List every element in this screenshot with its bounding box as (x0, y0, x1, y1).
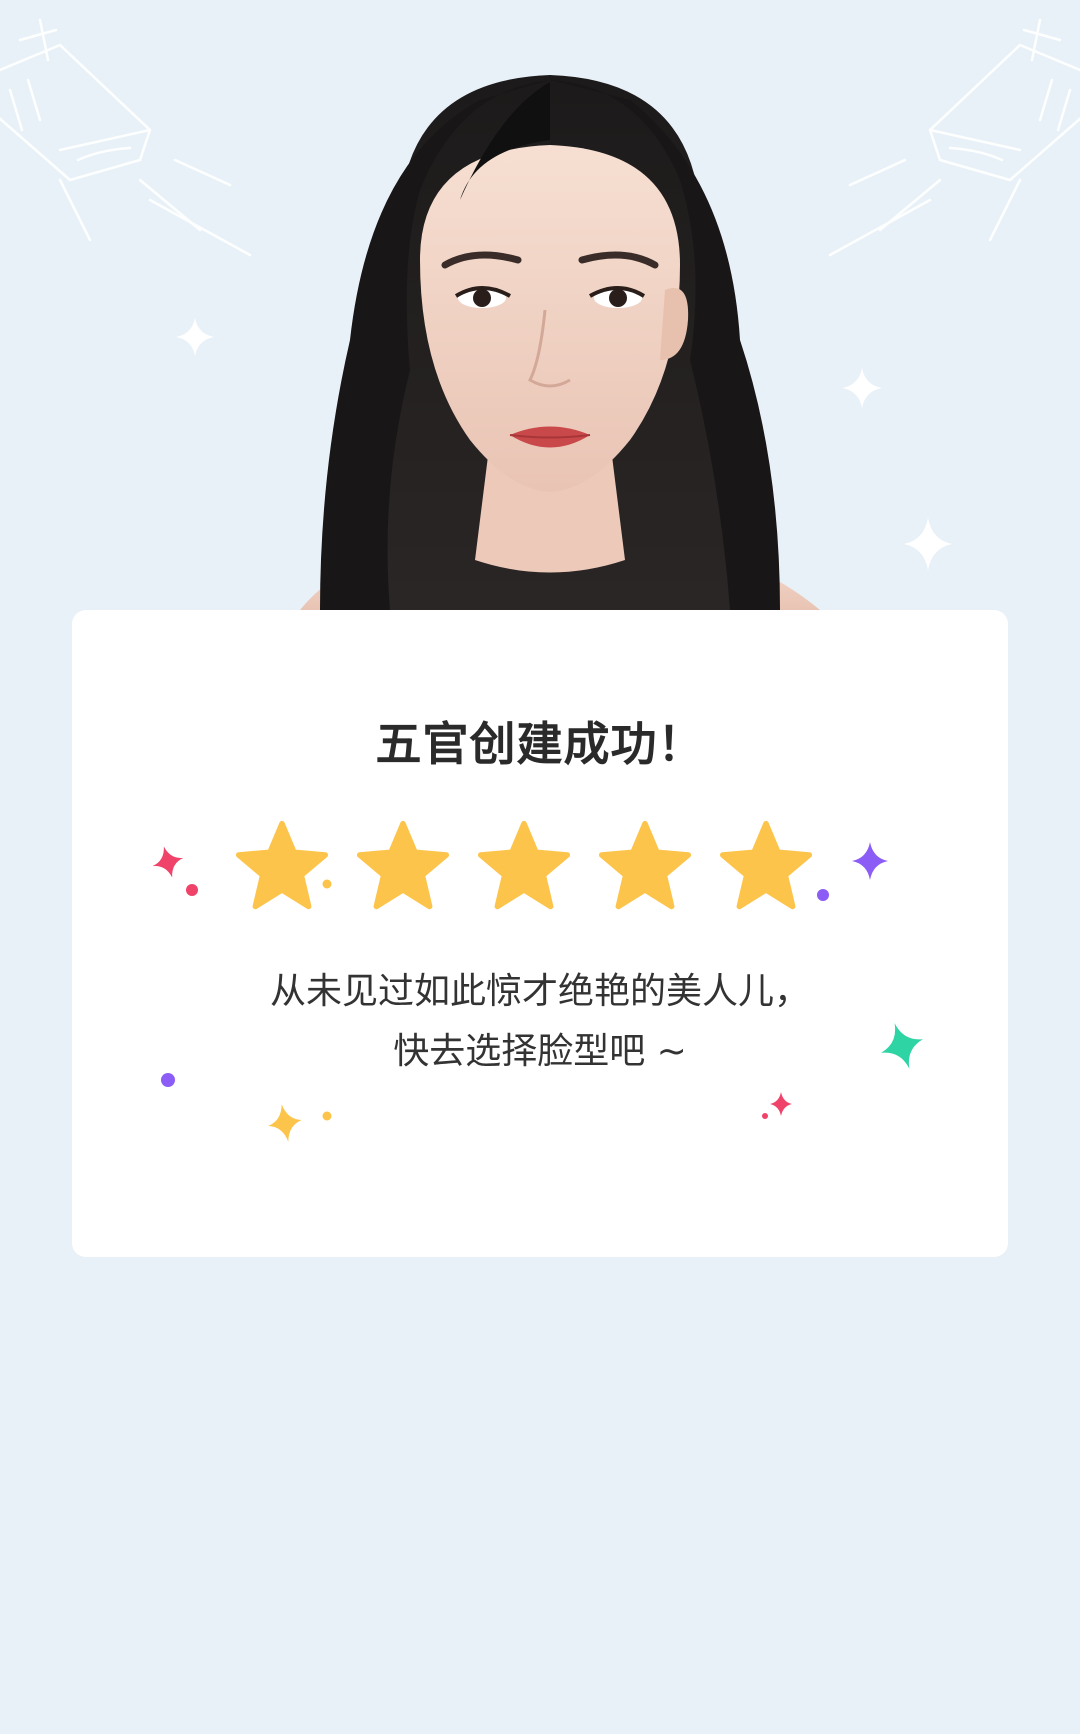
card-title: 五官创建成功！ (375, 717, 705, 771)
sparkle-icon (770, 1092, 792, 1116)
star-icon (720, 820, 812, 910)
confetti-dot (762, 1113, 768, 1119)
spotlight-right-icon (828, 18, 1080, 257)
sparkle-icon (268, 1104, 302, 1142)
message-line: 快去选择脸型吧 ~ (393, 1031, 687, 1072)
star-icon (357, 820, 449, 910)
spotlight-left-icon (0, 18, 252, 257)
star-icon (236, 820, 328, 910)
star-icon (478, 820, 570, 910)
star-rating (72, 810, 1008, 930)
card-message: 从未见过如此惊才绝艳的美人儿， 快去选择脸型吧 ~ (72, 962, 1008, 1082)
avatar-portrait (300, 75, 820, 610)
result-card: 五官创建成功！ 从未见过如此惊才绝艳的美人儿， 快去选择脸型吧 ~ (72, 610, 1008, 1257)
message-line: 从未见过如此惊才绝艳的美人儿， (269, 971, 810, 1012)
star-icon (599, 820, 691, 910)
confetti-dot (322, 1111, 332, 1121)
